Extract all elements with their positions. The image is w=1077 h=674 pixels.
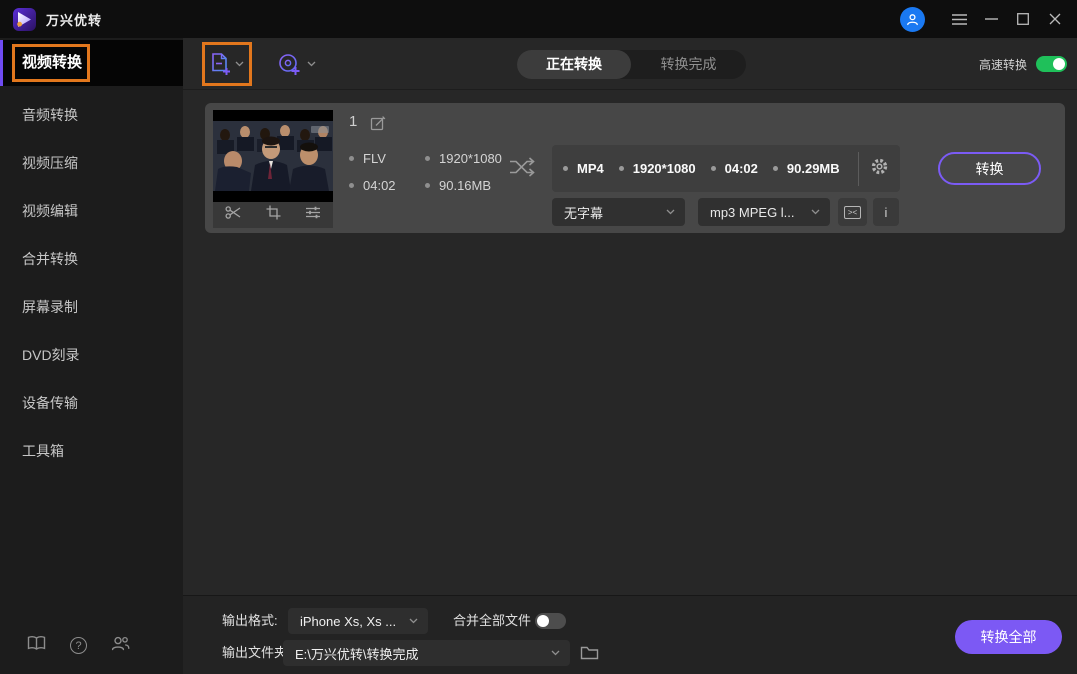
chevron-down-icon xyxy=(307,61,316,67)
thumbnail-toolbar xyxy=(213,202,333,228)
app-window: 万兴优转 视频转换 音频转换 视频压缩 视频编辑 合并转换 屏幕录制 DVD刻录… xyxy=(0,0,1077,674)
chevron-down-icon xyxy=(551,650,560,656)
high-speed-toggle[interactable] xyxy=(1036,56,1067,72)
info-button[interactable]: i xyxy=(873,198,899,226)
merge-all-label: 合并全部文件 xyxy=(453,613,532,628)
open-folder-icon[interactable] xyxy=(580,644,599,665)
thumbnail-image xyxy=(213,121,333,191)
add-disc-button[interactable] xyxy=(269,46,324,82)
info-icon: i xyxy=(884,204,888,220)
divider xyxy=(858,151,859,186)
sidebar-item-video-convert[interactable]: 视频转换 xyxy=(0,40,183,86)
account-avatar[interactable] xyxy=(900,6,925,32)
effects-sliders-icon[interactable] xyxy=(305,205,321,225)
convert-direction-icon xyxy=(508,155,536,184)
target-size: 90.29MB xyxy=(772,161,840,176)
app-logo xyxy=(13,7,36,31)
sidebar-item-device-transfer[interactable]: 设备传输 xyxy=(0,379,183,427)
trim-scissors-icon[interactable] xyxy=(225,205,242,225)
audio-value: mp3 MPEG l... xyxy=(710,204,795,220)
convert-tabs: 正在转换 转换完成 xyxy=(517,50,746,79)
app-title: 万兴优转 xyxy=(46,12,103,28)
user-icon xyxy=(907,13,918,25)
crop-icon[interactable] xyxy=(266,205,281,225)
gear-settings-icon[interactable] xyxy=(870,157,889,181)
main-area: 正在转换 转换完成 高速转换 1 FLV 1920*1080 04:02 90.… xyxy=(183,38,1077,674)
sidebar-footer: ? xyxy=(27,635,130,656)
sidebar-item-video-compress[interactable]: 视频压缩 xyxy=(0,139,183,187)
minimize-icon[interactable] xyxy=(975,0,1007,38)
audio-track-dropdown[interactable]: mp3 MPEG l... xyxy=(698,198,830,226)
source-format: FLV xyxy=(349,151,425,166)
help-icon[interactable]: ? xyxy=(70,637,87,654)
output-folder-dropdown[interactable]: E:\万兴优转\转换完成 xyxy=(283,640,570,666)
toolbar: 正在转换 转换完成 高速转换 xyxy=(183,38,1077,90)
add-disc-icon xyxy=(279,54,300,75)
tab-converting[interactable]: 正在转换 xyxy=(517,50,631,79)
sidebar-item-toolbox[interactable]: 工具箱 xyxy=(0,427,183,475)
output-folder-value: E:\万兴优转\转换完成 xyxy=(295,646,419,662)
sidebar-item-audio-convert[interactable]: 音频转换 xyxy=(0,91,183,139)
sidebar-item-video-edit[interactable]: 视频编辑 xyxy=(0,187,183,235)
merge-all-toggle[interactable] xyxy=(535,613,566,629)
titlebar: 万兴优转 xyxy=(0,0,1077,38)
collapse-horizontal-button[interactable]: >< xyxy=(838,198,867,226)
convert-all-button[interactable]: 转换全部 xyxy=(955,620,1062,654)
convert-button[interactable]: 转换 xyxy=(938,152,1041,185)
output-format-value: iPhone Xs, Xs ... xyxy=(300,613,397,629)
toggle-knob xyxy=(537,615,549,627)
task-row: 1 FLV 1920*1080 04:02 90.16MB MP4 1920*1… xyxy=(205,103,1065,233)
sidebar-list: 音频转换 视频压缩 视频编辑 合并转换 屏幕录制 DVD刻录 设备传输 工具箱 xyxy=(0,91,183,475)
chevron-down-icon xyxy=(409,618,418,624)
toggle-knob xyxy=(1053,58,1065,70)
thumbnail-column xyxy=(213,110,333,228)
chevron-down-icon xyxy=(666,209,675,215)
play-logo-icon xyxy=(17,11,31,27)
guide-book-icon[interactable] xyxy=(27,635,46,656)
bottom-bar: 输出格式: iPhone Xs, Xs ... 合并全部文件 输出文件夹: E:… xyxy=(183,595,1077,674)
close-icon[interactable] xyxy=(1039,0,1071,38)
video-thumbnail xyxy=(213,110,333,202)
add-file-icon xyxy=(212,53,230,75)
maximize-icon[interactable] xyxy=(1007,0,1039,38)
output-format-dropdown[interactable]: iPhone Xs, Xs ... xyxy=(288,608,428,634)
target-duration: 04:02 xyxy=(710,161,758,176)
output-folder-label: 输出文件夹: xyxy=(222,645,291,660)
collapse-horizontal-icon: >< xyxy=(844,205,861,219)
source-duration: 04:02 xyxy=(349,178,425,193)
sidebar-item-merge-convert[interactable]: 合并转换 xyxy=(0,235,183,283)
target-settings-box: MP4 1920*1080 04:02 90.29MB xyxy=(552,145,900,192)
hamburger-menu-icon[interactable] xyxy=(943,0,975,38)
chevron-down-icon xyxy=(811,209,820,215)
sidebar-item-dvd-burn[interactable]: DVD刻录 xyxy=(0,331,183,379)
chevron-down-icon xyxy=(235,61,244,67)
subtitle-dropdown[interactable]: 无字幕 xyxy=(552,198,685,226)
rename-edit-icon[interactable] xyxy=(370,115,386,136)
output-format-label: 输出格式: xyxy=(222,613,278,628)
community-icon[interactable] xyxy=(111,636,130,656)
subtitle-value: 无字幕 xyxy=(564,205,604,221)
target-format: MP4 xyxy=(563,161,604,176)
sidebar-item-label: 视频转换 xyxy=(22,54,83,71)
source-size: 90.16MB xyxy=(425,178,491,193)
task-index: 1 xyxy=(349,113,358,130)
source-resolution: 1920*1080 xyxy=(425,151,502,166)
high-speed-group: 高速转换 xyxy=(979,38,1067,90)
high-speed-label: 高速转换 xyxy=(978,57,1027,72)
sidebar-item-screen-record[interactable]: 屏幕录制 xyxy=(0,283,183,331)
sidebar: 视频转换 音频转换 视频压缩 视频编辑 合并转换 屏幕录制 DVD刻录 设备传输… xyxy=(0,38,183,674)
target-resolution: 1920*1080 xyxy=(618,161,696,176)
source-info: FLV 1920*1080 04:02 90.16MB xyxy=(349,145,502,199)
add-file-button[interactable] xyxy=(202,42,252,86)
tab-finished[interactable]: 转换完成 xyxy=(631,50,746,79)
